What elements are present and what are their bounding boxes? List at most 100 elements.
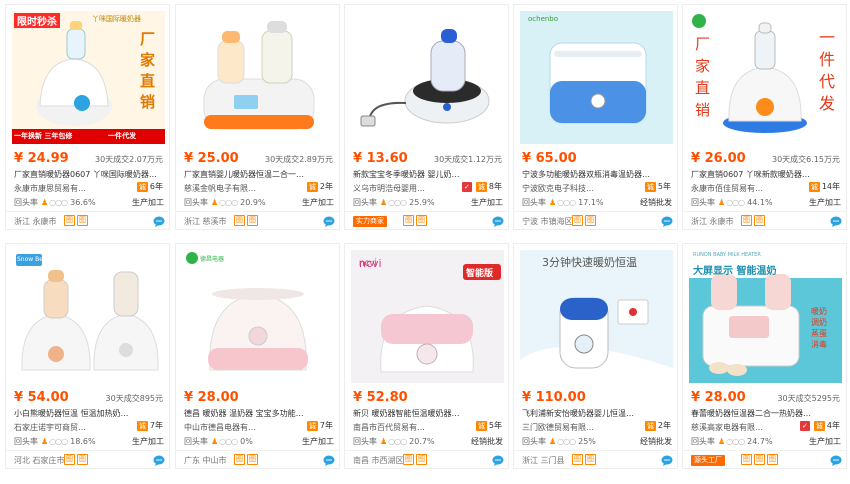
product-card[interactable]: ¥ 13.60 30天成交1.12万元 新款宝宝冬季暖奶器 婴儿奶… 义乌市明浩… [344, 4, 509, 230]
business-type: 经销批发 [640, 198, 672, 207]
chat-icon[interactable] [153, 455, 165, 466]
product-card[interactable]: ochenbo ochenbo ¥ 65.00 宁波多功能暖奶器双瓶消毒温奶器…… [513, 4, 678, 230]
repurchase-rate: 25% [578, 437, 596, 446]
product-title[interactable]: 厂家直销暖奶器0607 丫咪国际暖奶器… [14, 169, 164, 180]
shop-name[interactable]: 宁波欧克电子科技… [522, 183, 634, 194]
location-tag[interactable]: 实力商家 [353, 216, 387, 227]
product-card[interactable]: ncvi ncvi 智能版 ¥ 52.80 新贝 暖奶器智能恒温暖奶器… 南昌市百… [344, 243, 509, 469]
product-title[interactable]: 新款宝宝冬季暖奶器 婴儿奶… [353, 169, 503, 180]
service-icon[interactable]: 图 [77, 215, 88, 226]
product-image[interactable]: 厂家直销 一件代发 [689, 11, 842, 144]
card-footer: 宁波 市镇海区 图 图 [514, 211, 677, 229]
product-title[interactable]: 厂家直销婴儿暖奶器恒温二合一… [184, 169, 334, 180]
chat-icon[interactable] [153, 216, 165, 227]
image-brand-text: ncvi [359, 257, 382, 270]
service-icon[interactable]: 图 [741, 215, 752, 226]
service-icon[interactable]: 图 [77, 454, 88, 465]
service-icon[interactable]: 图 [741, 454, 752, 465]
business-type: 生产加工 [471, 198, 503, 207]
service-icon[interactable]: 图 [754, 454, 765, 465]
product-title[interactable]: 厂家直销0607 丫咪新款暖奶器… [691, 169, 841, 180]
product-image[interactable]: 3分钟快速暖奶恒温 [520, 250, 673, 383]
product-title[interactable]: 德昌 暖奶器 温奶器 宝宝多功能… [184, 408, 334, 419]
service-icon[interactable]: 图 [416, 215, 427, 226]
service-icon[interactable]: 图 [234, 215, 245, 226]
product-card[interactable]: 限时秒杀 丫咪国际暖奶器 厂家直销 一年换新 三年包修 一件代发 ¥ 24.99 30天… [5, 4, 170, 230]
image-brand-text: 德昌电器 [200, 256, 225, 263]
product-card[interactable]: ¥ 25.00 30天成交2.89万元 厂家直销婴儿暖奶器恒温二合一… 慈溪金帆… [175, 4, 340, 230]
shop-name[interactable]: 石家庄诺宇可商贸… [14, 422, 126, 433]
service-icon[interactable]: 图 [585, 215, 596, 226]
service-icon[interactable]: 图 [572, 454, 583, 465]
shop-name[interactable]: 慈溪高家电器有限… [691, 422, 803, 433]
shop-name[interactable]: 慈溪金帆电子有限… [184, 183, 296, 194]
product-title[interactable]: 宁波多功能暖奶器双瓶消毒温奶器… [522, 169, 672, 180]
repurchase-rate: 25.9% [409, 198, 435, 207]
product-title[interactable]: 新贝 暖奶器智能恒温暖奶器… [353, 408, 503, 419]
product-title[interactable]: 飞利浦新安怡暖奶器婴儿恒温… [522, 408, 672, 419]
product-image[interactable]: ochenbo ochenbo [520, 11, 673, 144]
product-image[interactable]: Snow Bear [12, 250, 165, 383]
service-icon[interactable]: 图 [585, 454, 596, 465]
years-text: 2年 [319, 182, 333, 191]
service-icons: 图 图 [403, 215, 427, 226]
service-icon[interactable]: 图 [234, 454, 245, 465]
service-icons: 图 图 [741, 215, 765, 226]
business-type: 经销批发 [471, 437, 503, 446]
service-icon[interactable]: 图 [247, 215, 258, 226]
service-icon[interactable]: 图 [754, 215, 765, 226]
service-icon[interactable]: 图 [64, 454, 75, 465]
product-price: ¥ 13.60 [353, 151, 408, 166]
chat-icon[interactable] [661, 216, 673, 227]
location-tag[interactable]: 源头工厂 [691, 455, 725, 466]
service-icon[interactable]: 图 [403, 454, 414, 465]
product-image[interactable] [182, 11, 335, 144]
trust-icon: 诚 [306, 420, 318, 431]
product-image[interactable]: ncvi ncvi 智能版 [351, 250, 504, 383]
service-icon[interactable]: 图 [767, 454, 778, 465]
service-icon[interactable]: 图 [572, 215, 583, 226]
verified-icon: ✓ [800, 420, 810, 431]
chat-icon[interactable] [830, 216, 842, 227]
product-price: ¥ 28.00 [691, 390, 746, 405]
chat-icon[interactable] [661, 455, 673, 466]
shop-name[interactable]: 中山市德昌电器有… [184, 422, 296, 433]
product-card[interactable]: 厂家直销 一件代发 ¥ 26.00 30天成交6.15万元 厂家直销0607 丫咪… [682, 4, 847, 230]
product-price: ¥ 25.00 [184, 151, 239, 166]
service-icon[interactable]: 图 [416, 454, 427, 465]
product-image[interactable]: 限时秒杀 丫咪国际暖奶器 厂家直销 一年换新 三年包修 一件代发 [12, 11, 165, 144]
location: 南昌 市西湖区 [353, 456, 404, 465]
person-icon: ♟ [211, 437, 219, 446]
product-image[interactable]: RUNON BABY MILK HEATER 大屏显示 智能温奶 暖奶 调奶 蒸蛋 … [689, 250, 842, 383]
product-title[interactable]: 小白熊暖奶器恒温 恒温加热奶… [14, 408, 164, 419]
shop-name[interactable]: 南昌市百代贸易有… [353, 422, 465, 433]
product-image[interactable] [351, 11, 504, 144]
service-icon[interactable]: 图 [247, 454, 258, 465]
years-text: 6年 [149, 182, 163, 191]
chat-icon[interactable] [323, 216, 335, 227]
repurchase-label: 回头率 [184, 198, 208, 207]
years-text: 8年 [488, 182, 502, 191]
sales-volume: 30天成交5295元 [777, 394, 840, 403]
service-icon[interactable]: 图 [403, 215, 414, 226]
shop-name[interactable]: 义乌市明浩母婴用… [353, 183, 465, 194]
shop-name[interactable]: 永康市康思贸易有… [14, 183, 126, 194]
person-icon: ♟ [549, 198, 557, 207]
rating-rings-icon: ○○○ [219, 437, 238, 446]
sales-volume: 30天成交2.07万元 [95, 155, 163, 164]
chat-icon[interactable] [830, 455, 842, 466]
chat-icon[interactable] [323, 455, 335, 466]
product-card[interactable]: RUNON BABY MILK HEATER 大屏显示 智能温奶 暖奶 调奶 蒸蛋 … [682, 243, 847, 469]
shop-name[interactable]: 永康市佰佳贸易有… [691, 183, 803, 194]
product-card[interactable]: 3分钟快速暖奶恒温 ¥ 110.00 飞利浦新安怡暖奶器婴儿恒温… 三门欧德贸易… [513, 243, 678, 469]
shop-name[interactable]: 三门欧德贸易有限… [522, 422, 634, 433]
product-card[interactable]: 德昌电器 ¥ 28.00 德昌 暖奶器 温奶器 宝宝多功能… 中山市德昌电器有…… [175, 243, 340, 469]
chat-icon[interactable] [492, 455, 504, 466]
product-image[interactable]: 德昌电器 [182, 250, 335, 383]
card-footer: 河北 石家庄市 图 图 [6, 450, 169, 468]
service-icon[interactable]: 图 [64, 215, 75, 226]
product-title[interactable]: 春蕾暖奶器恒温器二合一热奶器… [691, 408, 841, 419]
product-card[interactable]: Snow Bear ¥ 54.00 30天成交895元 小白熊暖奶器恒温 恒温加… [5, 243, 170, 469]
trust-icon: 诚 [813, 420, 825, 431]
chat-icon[interactable] [492, 216, 504, 227]
